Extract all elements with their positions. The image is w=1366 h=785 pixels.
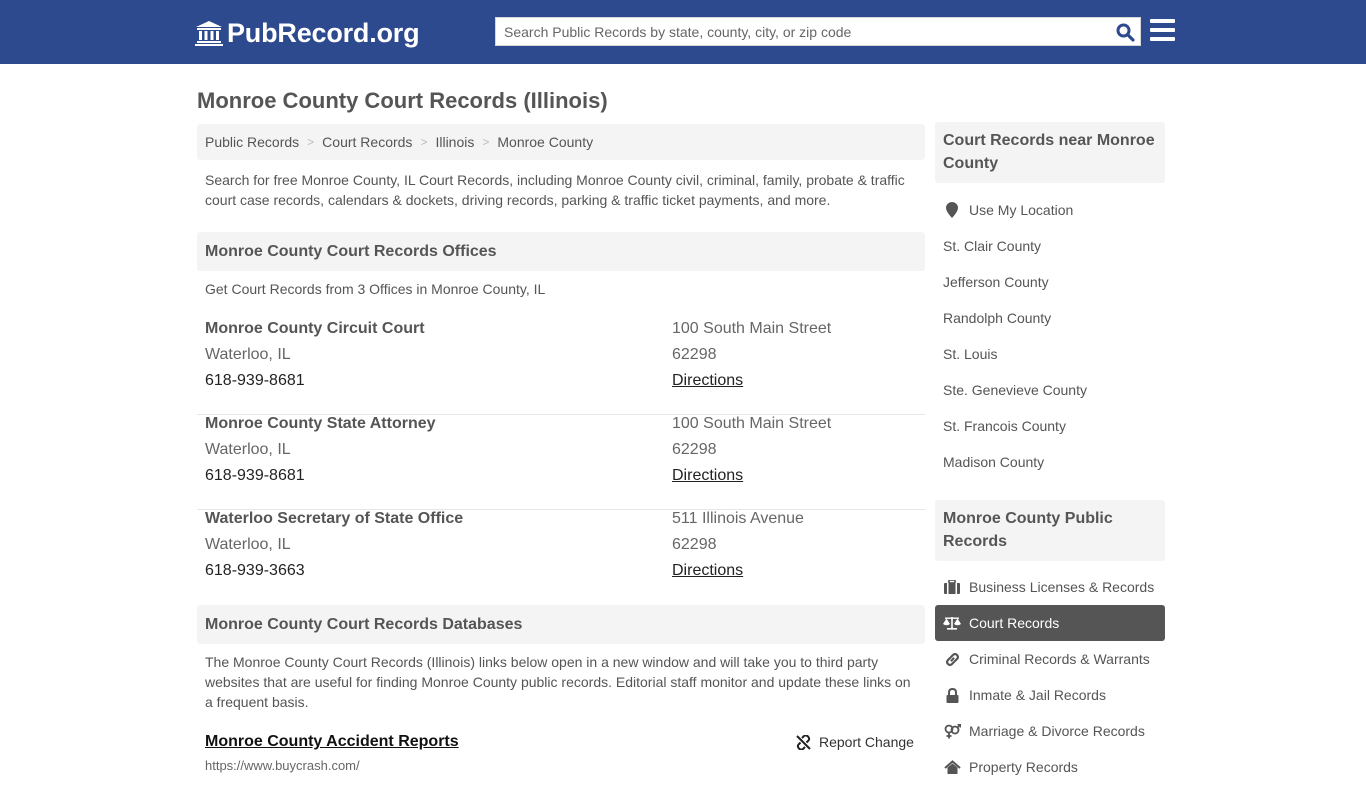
office-city: Waterloo, IL [205, 536, 291, 553]
office-phone[interactable]: 618-939-8681 [205, 372, 305, 390]
office-address: 100 South Main Street [672, 320, 832, 337]
office-phone[interactable]: 618-939-8681 [205, 467, 305, 485]
database-url: https://www.buycrash.com/ [205, 758, 360, 773]
office-name: Waterloo Secretary of State Office [205, 510, 464, 527]
sidebar-item-property-records[interactable]: Property Records [935, 749, 1165, 785]
office-city: Waterloo, IL [205, 346, 291, 363]
breadcrumb-illinois[interactable]: Illinois [435, 134, 474, 150]
nearby-heading: Court Records near Monroe County [935, 122, 1165, 183]
use-my-location-link[interactable]: Use My Location [935, 192, 1165, 228]
nearby-link[interactable]: Ste. Genevieve County [935, 372, 1165, 408]
nearby-link[interactable]: St. Clair County [935, 228, 1165, 264]
offices-heading: Monroe County Court Records Offices [197, 232, 925, 271]
broken-link-icon [796, 734, 811, 750]
gender-icon [943, 723, 961, 739]
map-marker-icon [943, 202, 961, 218]
breadcrumb-separator: > [482, 135, 490, 149]
search-button[interactable] [1114, 21, 1136, 43]
hamburger-menu-button[interactable] [1150, 19, 1176, 43]
breadcrumb-separator: > [307, 135, 315, 149]
sidebar-item-court-records[interactable]: Court Records [935, 605, 1165, 641]
breadcrumb-public-records[interactable]: Public Records [205, 134, 299, 150]
hamburger-menu-icon [1150, 19, 1176, 41]
directions-link[interactable]: Directions [672, 562, 743, 580]
nearby-link[interactable]: Jefferson County [935, 264, 1165, 300]
breadcrumb-separator: > [420, 135, 428, 149]
office-zip: 62298 [672, 536, 717, 553]
use-my-location-label: Use My Location [969, 202, 1074, 218]
lock-icon [943, 687, 961, 703]
search-bar [495, 17, 1141, 46]
office-item: Monroe County Circuit Court Waterloo, IL… [197, 320, 925, 415]
intro-text: Search for free Monroe County, IL Court … [205, 172, 905, 208]
database-link[interactable]: Monroe County Accident Reports [205, 733, 459, 751]
sidebar-item-business-licenses[interactable]: Business Licenses & Records [935, 569, 1165, 605]
breadcrumb-monroe-county[interactable]: Monroe County [497, 134, 593, 150]
office-name: Monroe County Circuit Court [205, 320, 425, 337]
breadcrumb-court-records[interactable]: Court Records [322, 134, 412, 150]
link-icon [943, 651, 961, 667]
site-logo-text: PubRecord.org [227, 17, 420, 48]
databases-heading: Monroe County Court Records Databases [197, 605, 925, 644]
search-icon [1116, 23, 1135, 42]
databases-description: The Monroe County Court Records (Illinoi… [205, 654, 911, 710]
briefcase-icon [943, 579, 961, 595]
offices-subheading: Get Court Records from 3 Offices in Monr… [205, 281, 546, 297]
site-logo[interactable]: PubRecord.org [195, 17, 420, 49]
sidebar-item-label: Property Records [969, 759, 1078, 775]
breadcrumb: Public Records > Court Records > Illinoi… [197, 124, 925, 160]
office-address: 100 South Main Street [672, 415, 832, 432]
page-title: Monroe County Court Records (Illinois) [197, 88, 608, 113]
public-records-heading: Monroe County Public Records [935, 500, 1165, 561]
nearby-link[interactable]: Madison County [935, 444, 1165, 480]
sidebar-item-label: Marriage & Divorce Records [969, 723, 1145, 739]
sidebar-item-criminal-records[interactable]: Criminal Records & Warrants [935, 641, 1165, 677]
home-icon [943, 759, 961, 775]
office-phone[interactable]: 618-939-3663 [205, 562, 305, 580]
nearby-link[interactable]: St. Francois County [935, 408, 1165, 444]
nearby-link[interactable]: St. Louis [935, 336, 1165, 372]
office-city: Waterloo, IL [205, 441, 291, 458]
balance-scale-icon [943, 615, 961, 631]
office-name: Monroe County State Attorney [205, 415, 436, 432]
directions-link[interactable]: Directions [672, 372, 743, 390]
sidebar-item-label: Criminal Records & Warrants [969, 651, 1150, 667]
office-item: Monroe County State Attorney Waterloo, I… [197, 415, 925, 510]
sidebar-item-marriage-records[interactable]: Marriage & Divorce Records [935, 713, 1165, 749]
directions-link[interactable]: Directions [672, 467, 743, 485]
report-change-label: Report Change [819, 734, 914, 750]
sidebar-item-inmate-records[interactable]: Inmate & Jail Records [935, 677, 1165, 713]
sidebar-item-label: Inmate & Jail Records [969, 687, 1106, 703]
office-zip: 62298 [672, 346, 717, 363]
search-input[interactable] [496, 18, 1106, 45]
top-navbar: PubRecord.org [0, 0, 1366, 64]
sidebar-item-label: Business Licenses & Records [969, 579, 1155, 595]
sidebar-item-label: Court Records [969, 615, 1060, 631]
office-item: Waterloo Secretary of State Office Water… [197, 510, 925, 605]
office-address: 511 Illinois Avenue [672, 510, 804, 527]
bank-building-icon [195, 21, 223, 46]
report-change-button[interactable]: Report Change [796, 734, 914, 750]
nearby-link[interactable]: Randolph County [935, 300, 1165, 336]
office-zip: 62298 [672, 441, 717, 458]
